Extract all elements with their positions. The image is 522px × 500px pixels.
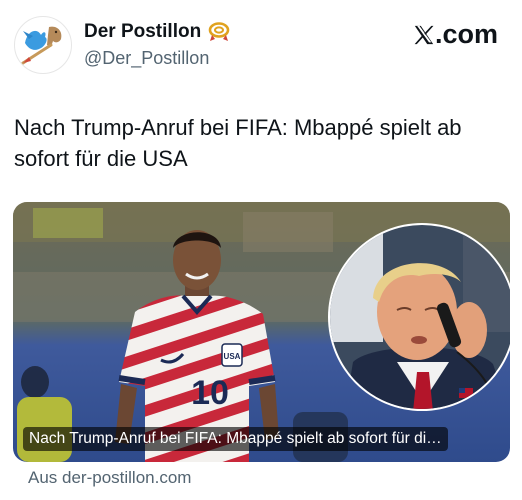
author-line: Der Postillon — [84, 21, 231, 43]
tweet-text: Nach Trump-Anruf bei FIFA: Mbappé spielt… — [14, 115, 462, 171]
author-name[interactable]: Der Postillon — [84, 21, 201, 43]
post-horn-icon — [208, 22, 230, 41]
brand-label: .com — [434, 19, 498, 49]
link-card-caption: Nach Trump-Anruf bei FIFA: Mbappé spielt… — [23, 427, 448, 451]
jersey-crest: USA — [224, 352, 241, 361]
link-source[interactable]: Aus der-postillon.com — [28, 468, 191, 488]
soccer-player-and-phone-call-photo: USA 10 — [13, 202, 510, 462]
x-logo-icon — [414, 25, 434, 44]
author-handle[interactable]: @Der_Postillon — [84, 48, 209, 69]
link-card[interactable]: USA 10 Nach Trump-Anruf bei FIFA: Mbappé… — [13, 202, 510, 462]
avatar[interactable] — [14, 16, 72, 74]
postillon-bird-logo-icon — [21, 26, 62, 65]
brand-logo[interactable]: .com — [413, 19, 498, 50]
jersey-number: 10 — [191, 374, 229, 412]
